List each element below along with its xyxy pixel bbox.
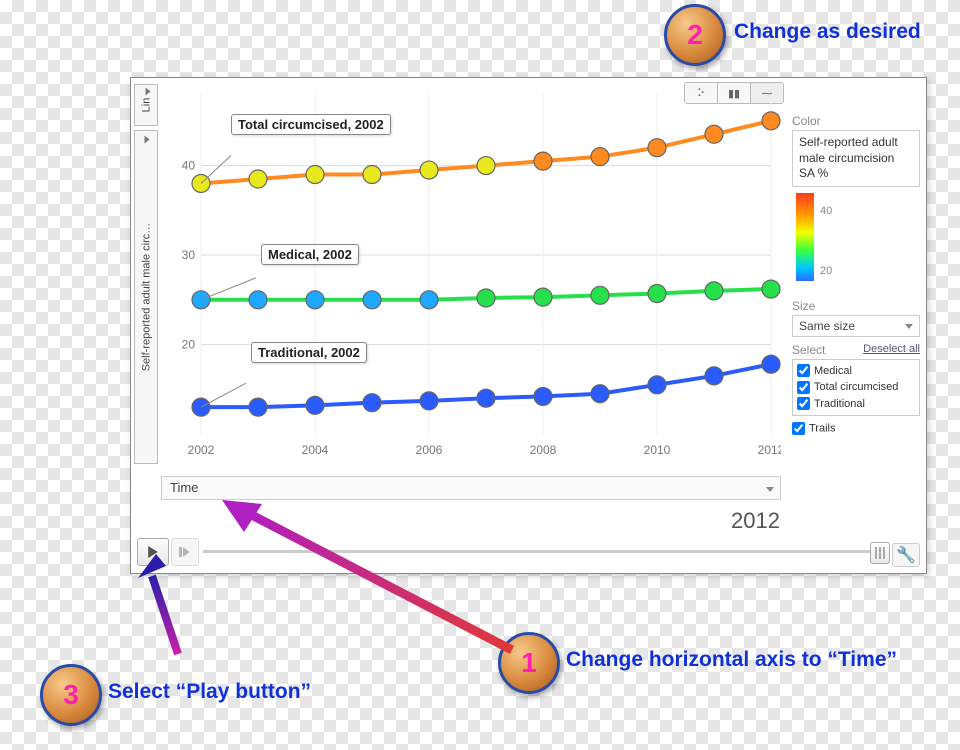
settings-button[interactable]: 🔧 (892, 543, 920, 567)
select-option-medical[interactable]: Medical (797, 363, 915, 380)
color-label: Color (792, 114, 920, 128)
svg-text:2010: 2010 (644, 443, 671, 457)
year-display: 2012 (731, 508, 780, 534)
select-list: Medical Total circumcised Traditional (792, 359, 920, 417)
annotation-badge-3: 3 (40, 664, 102, 726)
chevron-down-icon (766, 487, 774, 492)
annotation-text-1: Change horizontal axis to “Time” (566, 648, 897, 672)
color-field-select[interactable]: Self-reported adult male circumcision SA… (792, 130, 920, 187)
checkbox-traditional[interactable] (797, 397, 810, 410)
chevron-down-icon (905, 324, 913, 329)
arrow-to-play-icon (138, 554, 198, 664)
svg-text:2012: 2012 (758, 443, 781, 457)
svg-text:30: 30 (182, 248, 196, 262)
svg-text:40: 40 (182, 159, 196, 173)
gradient-tick-hi: 40 (820, 205, 832, 217)
gradient-tick-lo: 20 (820, 265, 832, 277)
series-label-traditional: Traditional, 2002 (251, 342, 367, 363)
svg-text:2006: 2006 (416, 443, 443, 457)
trails-option[interactable]: Trails (792, 422, 920, 435)
yaxis-field-button[interactable]: Self-reported adult male circ… (134, 130, 158, 464)
size-select[interactable]: Same size (792, 315, 920, 337)
annotation-text-2: Change as desired (734, 20, 921, 44)
yaxis-scale-button[interactable]: Lin (134, 84, 158, 126)
time-slider-thumb[interactable] (870, 542, 890, 564)
checkbox-medical[interactable] (797, 364, 810, 377)
svg-text:20: 20 (182, 338, 196, 352)
select-option-total[interactable]: Total circumcised (797, 379, 915, 396)
svg-text:2008: 2008 (530, 443, 557, 457)
size-label: Size (792, 299, 920, 313)
wrench-icon: 🔧 (896, 545, 916, 565)
svg-text:2002: 2002 (188, 443, 215, 457)
arrow-to-time-icon (212, 490, 532, 660)
deselect-all-link[interactable]: Deselect all (863, 343, 920, 355)
side-panel: Color Self-reported adult male circumcis… (792, 108, 920, 435)
select-option-traditional[interactable]: Traditional (797, 396, 915, 413)
color-gradient (796, 193, 814, 281)
annotation-badge-2: 2 (664, 4, 726, 66)
checkbox-trails[interactable] (792, 422, 805, 435)
chart-svg: 20 30 40 2002 2004 2006 2008 2010 2012 (161, 84, 781, 462)
svg-text:2004: 2004 (302, 443, 329, 457)
plot-area: 20 30 40 2002 2004 2006 2008 2010 2012 Total cir… (161, 84, 781, 462)
series-label-medical: Medical, 2002 (261, 244, 359, 265)
checkbox-total[interactable] (797, 381, 810, 394)
series-label-total: Total circumcised, 2002 (231, 114, 391, 135)
annotation-text-3: Select “Play button” (108, 680, 311, 704)
select-label: SelectDeselect all (792, 343, 920, 357)
